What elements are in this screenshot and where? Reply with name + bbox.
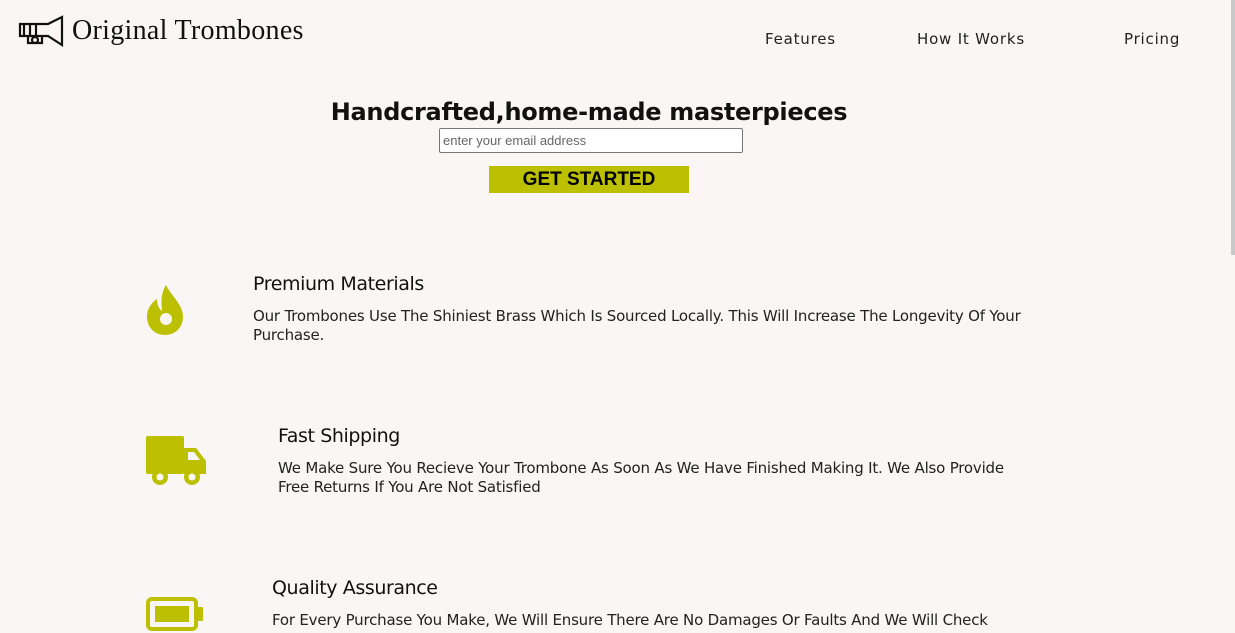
- feature-title: Quality Assurance: [272, 577, 438, 599]
- nav-features-link[interactable]: Features: [765, 30, 836, 48]
- fire-icon: [147, 285, 183, 335]
- page-scrollbar[interactable]: [1231, 0, 1235, 255]
- email-input[interactable]: [439, 128, 743, 153]
- hero-title: Handcrafted,home-made masterpieces: [330, 98, 848, 127]
- nav-pricing-link[interactable]: Pricing: [1124, 30, 1180, 48]
- feature-description: Our Trombones Use The Shiniest Brass Whi…: [253, 307, 1021, 344]
- brand-name: Original Trombones: [72, 15, 304, 46]
- feature-title: Fast Shipping: [278, 425, 400, 447]
- feature-title: Premium Materials: [253, 273, 424, 295]
- get-started-button[interactable]: GET STARTED: [489, 166, 689, 193]
- feature-description: For Every Purchase You Make, We Will Ens…: [272, 611, 988, 629]
- trombone-icon: [18, 15, 64, 48]
- brand-logo[interactable]: Original Trombones: [18, 14, 304, 48]
- battery-full-icon: [146, 597, 203, 631]
- truck-icon: [146, 436, 206, 485]
- feature-description: We Make Sure You Recieve Your Trombone A…: [278, 459, 1004, 496]
- nav-how-it-works-link[interactable]: How It Works: [917, 30, 1025, 48]
